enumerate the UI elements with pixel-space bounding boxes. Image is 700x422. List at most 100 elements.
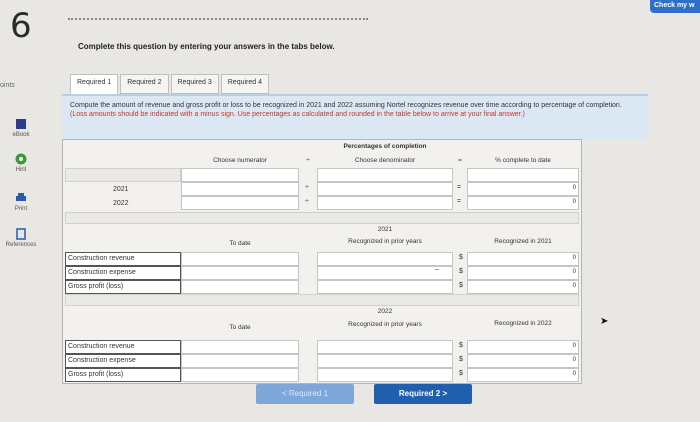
div-2022: ÷ [305, 198, 309, 205]
progress-dots [68, 18, 368, 20]
tab-bar: Required 1 Required 2 Required 3 Require… [70, 74, 271, 94]
pct-title: Percentages of completion [343, 143, 427, 150]
book-icon [16, 119, 26, 129]
sidebar-label-print: Print [14, 206, 28, 212]
pct-blank-cell [65, 168, 181, 182]
numerator-cell [181, 168, 299, 182]
pct-2021-value: 0 [572, 185, 576, 191]
rec-2022-gross-value: 0 [572, 371, 576, 377]
prior-2021-gross-input[interactable] [317, 280, 453, 294]
pct-2021-output: 0 [467, 182, 579, 196]
denominator-2021-input[interactable] [317, 182, 453, 196]
to-date-header-2022: To date [229, 324, 251, 331]
sidebar-label-ebook: eBook [12, 132, 30, 138]
pct-complete-header: % complete to date [495, 157, 551, 164]
rec-2022-revenue-value: 0 [572, 343, 576, 349]
numerator-2022-input[interactable] [181, 196, 299, 210]
spacer-row-2 [65, 294, 579, 306]
todate-2021-gross-input[interactable] [181, 280, 299, 294]
dollar-2022-expense: $ [459, 356, 463, 363]
row-label-2022-revenue: Construction revenue [65, 340, 181, 354]
prior-2022-expense-input[interactable] [317, 354, 453, 368]
sidebar-ebook[interactable]: eBook [0, 118, 42, 138]
todate-2021-revenue-input[interactable] [181, 252, 299, 266]
todate-2022-revenue-input[interactable] [181, 340, 299, 354]
dollar-2021-gross: $ [459, 282, 463, 289]
pct-numerator-header: Choose numerator [213, 157, 267, 164]
rec-2021-revenue-value: 0 [572, 255, 576, 261]
references-icon [16, 228, 26, 240]
rec-2021-gross-output: 0 [467, 280, 579, 294]
todate-2022-gross-input[interactable] [181, 368, 299, 382]
answer-table: Percentages of completion Choose numerat… [62, 139, 582, 384]
rec-2021-gross-value: 0 [572, 283, 576, 289]
pct-div-header: ÷ [306, 157, 310, 164]
row-label-2021-expense: Construction expense [65, 266, 181, 280]
rec-2021-expense-value: 0 [572, 269, 576, 275]
prior-header-2022: Recognized in prior years [348, 321, 422, 328]
rec-2021-revenue-output: 0 [467, 252, 579, 266]
eq-2022: = [457, 198, 462, 205]
hint-icon [15, 153, 27, 165]
mouse-cursor-icon: ➤ [600, 316, 609, 327]
check-my-work-button[interactable]: Check my w [650, 0, 700, 13]
sidebar-hint[interactable]: Hint [0, 153, 42, 173]
dollar-2021-expense: $ [459, 268, 463, 275]
print-icon [16, 193, 26, 201]
pct-year-2021: 2021 [113, 186, 129, 193]
prior-2022-gross-input[interactable] [317, 368, 453, 382]
pct-2022-output: 0 [467, 196, 579, 210]
tab-required-1[interactable]: Required 1 [70, 74, 119, 94]
numerator-2021-input[interactable] [181, 182, 299, 196]
sidebar-print[interactable]: Print [0, 192, 42, 212]
denominator-cell [317, 168, 453, 182]
prev-required-button[interactable]: < Required 1 [256, 384, 354, 404]
rec-2022-expense-value: 0 [572, 357, 576, 363]
points-label: oints [0, 82, 15, 89]
section-2022-year: 2022 [377, 308, 393, 315]
todate-2022-expense-input[interactable] [181, 354, 299, 368]
panel-note: (Loss amounts should be indicated with a… [70, 110, 525, 118]
pct-eq-header: = [458, 157, 462, 164]
rec-2022-revenue-output: 0 [467, 340, 579, 354]
instructions-panel: Compute the amount of revenue and gross … [62, 94, 648, 139]
rec-2022-gross-output: 0 [467, 368, 579, 382]
recognized-header-2022: Recognized in 2022 [494, 320, 552, 327]
rec-2021-expense-output: 0 [467, 266, 579, 280]
prior-2021-expense-input[interactable] [317, 266, 453, 280]
sidebar-references[interactable]: References [0, 228, 42, 248]
pct-year-2022: 2022 [113, 200, 129, 207]
next-required-button[interactable]: Required 2 > [374, 384, 472, 404]
minus-2021: – [435, 266, 439, 273]
instruction-text: Complete this question by entering your … [78, 42, 335, 51]
complete-cell [467, 168, 579, 182]
eq-2021: = [457, 184, 462, 191]
tab-required-3[interactable]: Required 3 [170, 74, 219, 94]
section-2021-year: 2021 [377, 226, 393, 233]
row-label-2022-gross: Gross profit (loss) [65, 368, 181, 382]
row-label-2021-revenue: Construction revenue [65, 252, 181, 266]
div-2021: ÷ [305, 184, 309, 191]
spacer-row [65, 212, 579, 224]
row-label-2021-gross: Gross profit (loss) [65, 280, 181, 294]
pct-denominator-header: Choose denominator [354, 157, 416, 164]
rec-2022-expense-output: 0 [467, 354, 579, 368]
dollar-2022-revenue: $ [459, 342, 463, 349]
sidebar-label-references: References [5, 242, 37, 248]
panel-text: Compute the amount of revenue and gross … [70, 102, 622, 109]
question-number: 6 [10, 6, 32, 46]
to-date-header-2021: To date [229, 240, 251, 247]
recognized-header-2021: Recognized in 2021 [494, 238, 552, 245]
tab-required-4[interactable]: Required 4 [220, 74, 269, 94]
dollar-2022-gross: $ [459, 370, 463, 377]
tab-required-2[interactable]: Required 2 [120, 74, 169, 94]
row-label-2022-expense: Construction expense [65, 354, 181, 368]
prior-2021-revenue-input[interactable] [317, 252, 453, 266]
pct-2022-value: 0 [572, 199, 576, 205]
todate-2021-expense-input[interactable] [181, 266, 299, 280]
sidebar-label-hint: Hint [15, 167, 27, 173]
dollar-2021-revenue: $ [459, 254, 463, 261]
prior-2022-revenue-input[interactable] [317, 340, 453, 354]
prior-header-2021: Recognized in prior years [348, 238, 422, 245]
denominator-2022-input[interactable] [317, 196, 453, 210]
